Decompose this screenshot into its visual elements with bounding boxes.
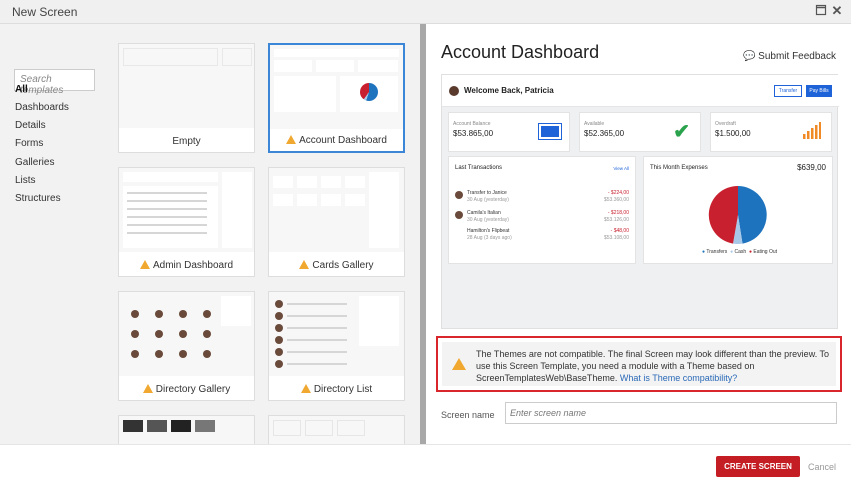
category-dashboards[interactable]: Dashboards	[15, 102, 69, 113]
theme-warning-box: The Themes are not compatible. The final…	[436, 336, 842, 392]
transfer-button: Transfer	[774, 85, 802, 97]
kpi-available: Available $52.365,00 ✔	[579, 112, 701, 152]
template-thumbnail	[119, 292, 254, 376]
warning-icon	[300, 384, 311, 393]
warning-text: The Themes are not compatible. The final…	[476, 349, 830, 383]
maximize-icon[interactable]	[814, 4, 828, 18]
template-card-directory-list[interactable]: Directory List	[268, 291, 405, 401]
expenses-panel: This Month Expenses $639,00 ● Transfers …	[643, 156, 833, 264]
checkmark-icon: ✔	[673, 121, 690, 143]
template-card-account-dashboard[interactable]: Account Dashboard	[268, 43, 405, 153]
title-bar: New Screen ✕	[0, 0, 851, 24]
transactions-title: Last Transactions	[455, 165, 503, 171]
template-card-empty[interactable]: Empty	[118, 43, 255, 153]
template-thumbnail	[269, 416, 404, 444]
preview-pane: Account Dashboard 💬 Submit Feedback Welc…	[426, 24, 851, 444]
category-galleries[interactable]: Galleries	[15, 157, 54, 168]
cancel-button[interactable]: Cancel	[808, 462, 836, 472]
view-all-link: View All	[613, 166, 629, 171]
window-title: New Screen	[12, 5, 78, 19]
banknote-icon	[538, 123, 562, 140]
pay-bills-button: Pay Bills	[806, 85, 832, 97]
template-card-directory-gallery[interactable]: Directory Gallery	[118, 291, 255, 401]
template-card-partial[interactable]	[268, 415, 405, 444]
welcome-text: Welcome Back, Patricia	[464, 86, 554, 95]
warning-icon	[139, 260, 150, 269]
expenses-pie-chart	[708, 185, 767, 244]
warning-icon	[142, 384, 153, 393]
preview-header: Welcome Back, Patricia Transfer Pay Bill…	[442, 75, 839, 107]
template-label: Directory Gallery	[119, 384, 254, 395]
pie-legend: ● Transfers ● Cash ● Eating Out	[702, 249, 778, 255]
warning-icon	[286, 135, 297, 144]
category-lists[interactable]: Lists	[15, 175, 36, 186]
category-forms[interactable]: Forms	[15, 138, 43, 149]
warning-icon	[452, 358, 466, 370]
preview-title: Account Dashboard	[441, 42, 600, 62]
kpi-overdraft: Overdraft $1.500,00	[710, 112, 832, 152]
category-all[interactable]: All	[15, 84, 28, 95]
template-card-cards-gallery[interactable]: Cards Gallery	[268, 167, 405, 277]
dialog-footer: CREATE SCREEN Cancel	[0, 444, 851, 490]
template-label: Empty	[172, 136, 201, 147]
template-thumbnail	[119, 168, 254, 252]
template-card-partial[interactable]	[118, 415, 255, 444]
expenses-title: This Month Expenses	[650, 165, 708, 171]
template-thumbnail	[119, 44, 254, 128]
template-label: Account Dashboard	[270, 135, 403, 146]
template-label: Admin Dashboard	[119, 260, 254, 271]
theme-compatibility-link[interactable]: What is Theme compatibility?	[620, 373, 737, 383]
category-details[interactable]: Details	[15, 120, 46, 131]
submit-feedback-link[interactable]: 💬 Submit Feedback	[743, 51, 836, 62]
screen-name-input[interactable]: Enter screen name	[505, 402, 837, 424]
expenses-total: $639,00	[797, 163, 826, 172]
template-thumbnail	[269, 168, 404, 252]
chat-bubble-icon: 💬	[742, 51, 756, 62]
template-card-admin-dashboard[interactable]: Admin Dashboard	[118, 167, 255, 277]
kpi-account-balance: Account Balance $53.865,00	[448, 112, 570, 152]
template-label: Cards Gallery	[269, 260, 404, 271]
screen-name-label: Screen name	[441, 410, 495, 420]
last-transactions-panel: Last Transactions View All Transfer to J…	[448, 156, 636, 264]
warning-icon	[299, 260, 310, 269]
avatar	[449, 86, 459, 96]
close-icon[interactable]: ✕	[830, 4, 844, 18]
create-screen-button[interactable]: CREATE SCREEN	[716, 456, 800, 477]
avatar	[455, 191, 463, 199]
template-thumbnail	[119, 416, 254, 444]
avatar	[455, 211, 463, 219]
template-label: Directory List	[269, 384, 404, 395]
template-thumbnail	[269, 292, 404, 376]
bar-chart-icon	[803, 122, 821, 139]
template-browser: Search templates All Dashboards Details …	[0, 24, 420, 444]
category-structures[interactable]: Structures	[15, 193, 61, 204]
template-preview: Welcome Back, Patricia Transfer Pay Bill…	[441, 74, 839, 329]
template-thumbnail	[270, 45, 403, 129]
